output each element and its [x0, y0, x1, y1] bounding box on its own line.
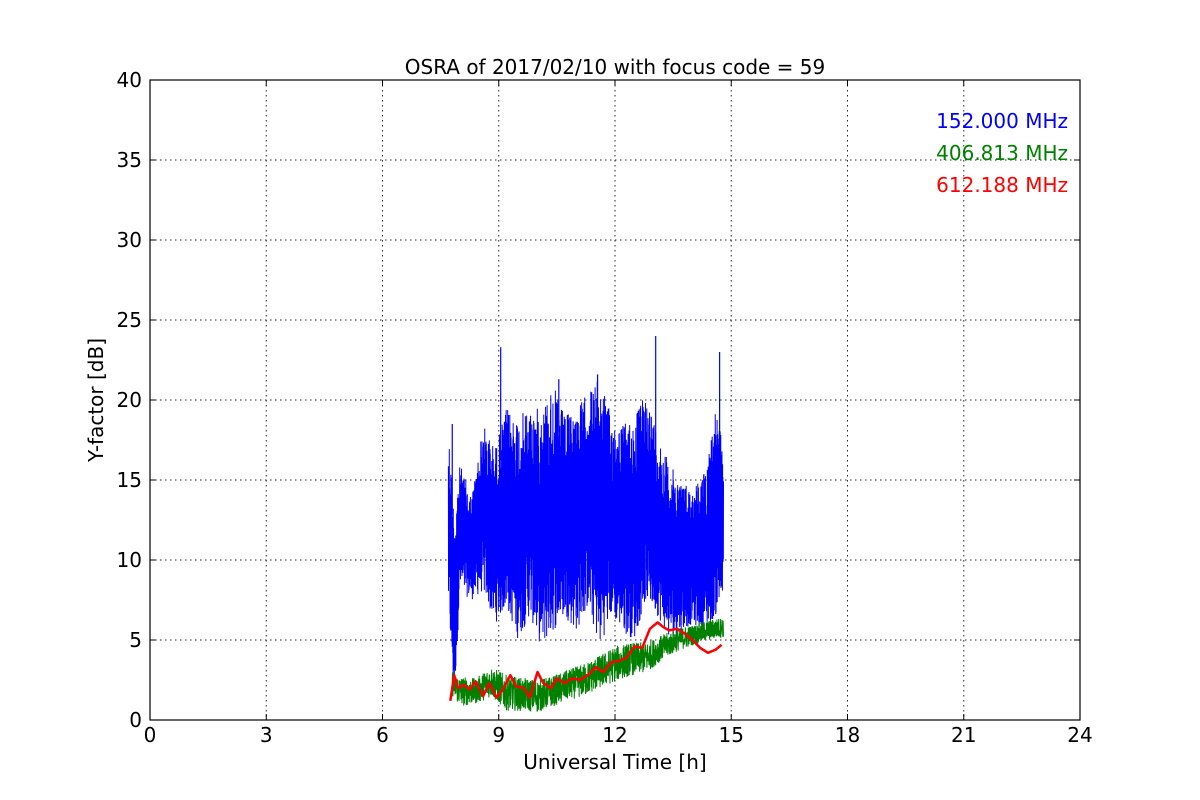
- x-tick-label: 24: [1067, 723, 1092, 747]
- x-tick-label: 21: [951, 723, 976, 747]
- legend-entry: 612.188 MHz: [936, 173, 1068, 197]
- y-tick-label: 40: [117, 68, 142, 92]
- legend-entry: 152.000 MHz: [936, 109, 1068, 133]
- x-tick-label: 6: [376, 723, 389, 747]
- y-tick-label: 5: [129, 628, 142, 652]
- legend: 152.000 MHz 406.813 MHz 612.188 MHz: [936, 109, 1068, 197]
- x-axis-label: Universal Time [h]: [523, 750, 706, 774]
- y-axis-label: Y-factor [dB]: [84, 338, 108, 463]
- chart-title: OSRA of 2017/02/10 with focus code = 59: [405, 55, 826, 79]
- x-tick-label: 9: [492, 723, 505, 747]
- x-tick-label: 18: [835, 723, 860, 747]
- y-tick-label: 0: [129, 708, 142, 732]
- chart: OSRA of 2017/02/10 with focus code = 59 …: [0, 0, 1200, 800]
- y-tick-label: 25: [117, 308, 142, 332]
- x-tick-label: 0: [144, 723, 157, 747]
- legend-entry: 406.813 MHz: [936, 141, 1068, 165]
- x-tick-label: 3: [260, 723, 273, 747]
- y-tick-label: 30: [117, 228, 142, 252]
- x-tick-label: 15: [719, 723, 744, 747]
- y-tick-label: 15: [117, 468, 142, 492]
- y-tick-label: 35: [117, 148, 142, 172]
- x-tick-label: 12: [602, 723, 627, 747]
- y-tick-label: 20: [117, 388, 142, 412]
- y-tick-label: 10: [117, 548, 142, 572]
